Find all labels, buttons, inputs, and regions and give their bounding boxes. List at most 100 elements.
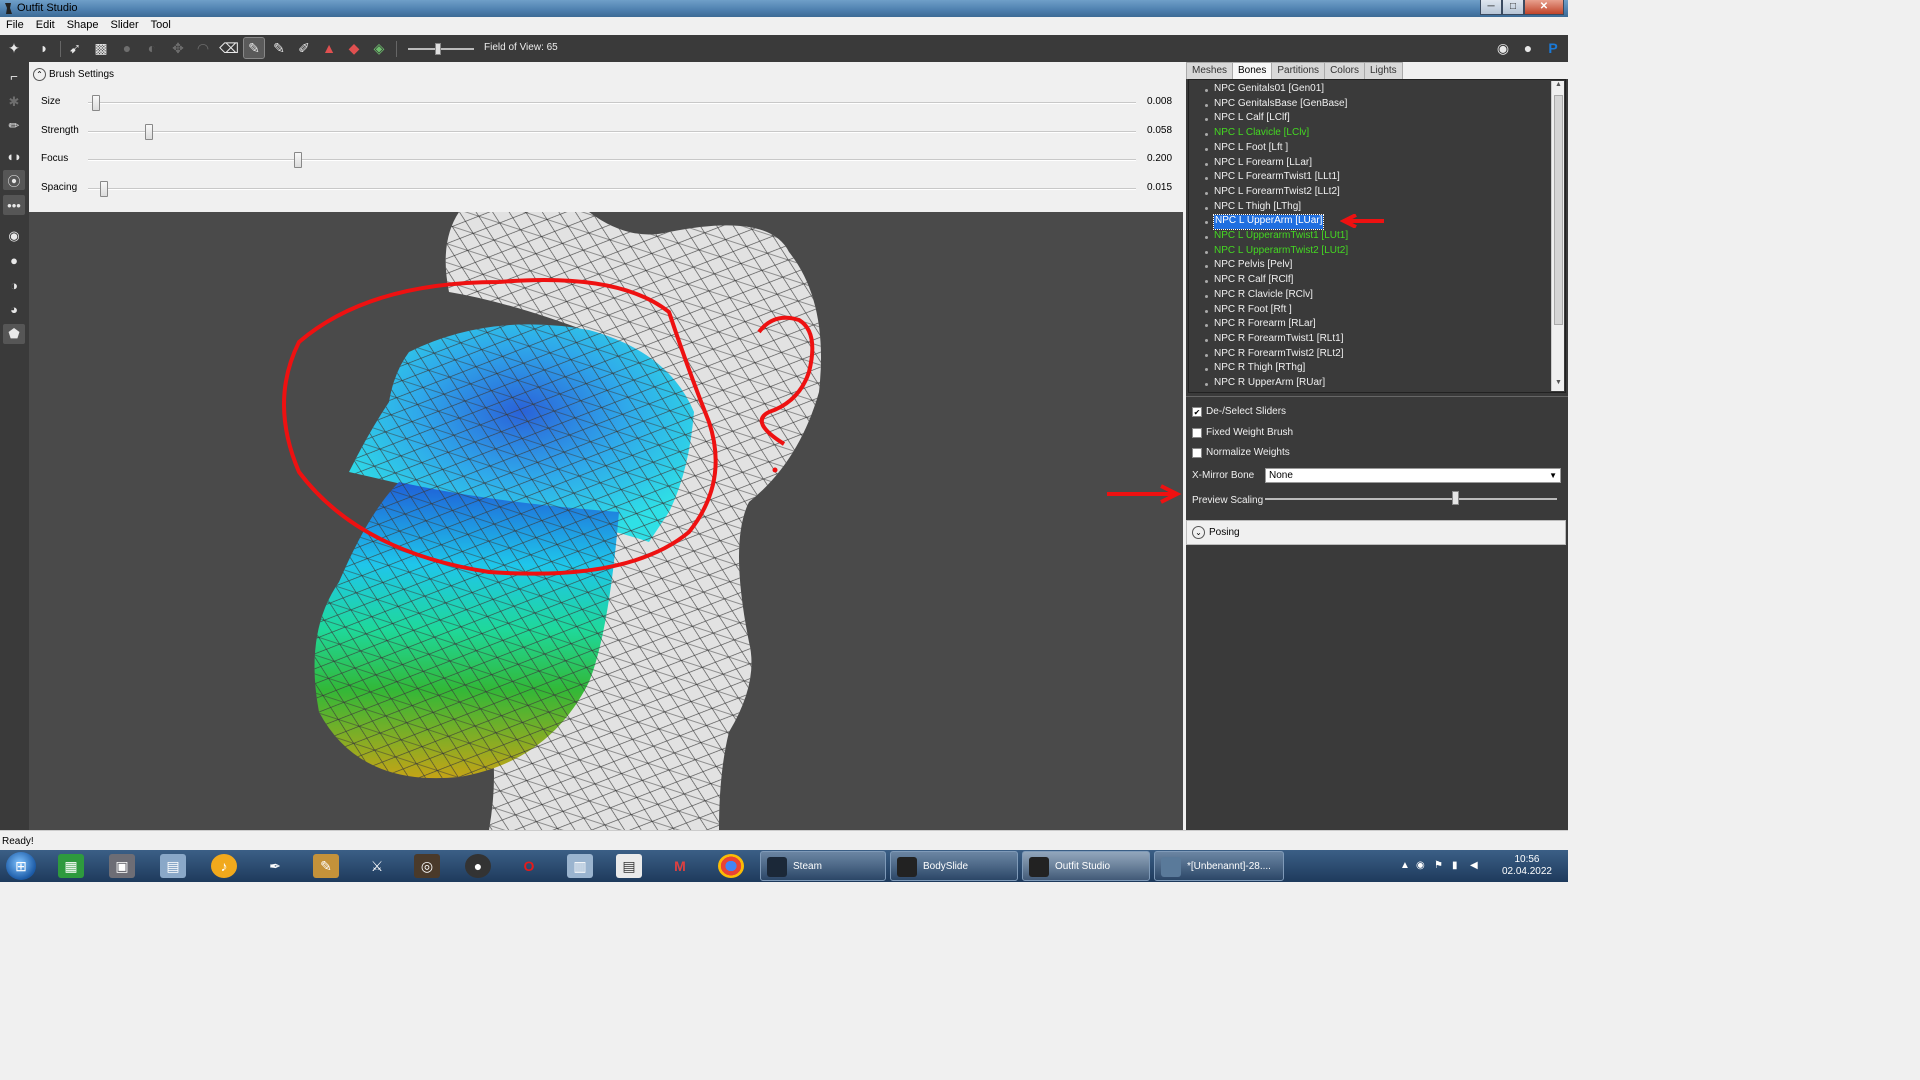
bone-item[interactable]: NPC L Clavicle [LClv] [1214, 127, 1309, 141]
bone-item[interactable]: NPC L Thigh [LThg] [1214, 201, 1301, 215]
scroll-down-arrow-icon[interactable]: ▼ [1552, 379, 1565, 391]
game-launcher-icon[interactable]: ◎ [414, 854, 440, 878]
move-brush-icon[interactable]: ✥ [168, 38, 188, 58]
transform-tool-icon[interactable]: ⌐ [3, 66, 25, 86]
deflate-brush-icon[interactable]: ◐ [142, 38, 162, 58]
bone-item[interactable]: NPC R ForearmTwist1 [RLt1] [1214, 333, 1343, 347]
symmetry-y-icon[interactable]: ⦿ [3, 170, 25, 190]
deselect-sliders-check-icon[interactable]: ✔ [1192, 406, 1202, 417]
obs-icon[interactable]: ● [465, 854, 491, 878]
menu-slider[interactable]: Slider [105, 17, 145, 35]
bone-item[interactable]: NPC R ForearmTwist2 [RLt2] [1214, 348, 1343, 362]
taskbar-task-steam[interactable]: Steam [760, 851, 886, 881]
window-switch-icon[interactable]: ▥ [567, 854, 593, 878]
posing-section-header[interactable]: ⌄ Posing [1186, 520, 1566, 545]
discord-icon[interactable]: ◉ [1493, 38, 1513, 58]
bone-item[interactable]: NPC Pelvis [Pelv] [1214, 259, 1292, 273]
bone-item[interactable]: NPC R Foot [Rft ] [1214, 304, 1292, 318]
select-brush-icon[interactable]: ➹ [65, 38, 85, 58]
taskbar-task-image-editor[interactable]: *[Unbenannt]-28.... [1154, 851, 1284, 881]
alpha-brush-icon[interactable]: ✐ [294, 38, 314, 58]
normalize-weights-checkbox[interactable]: Normalize Weights [1192, 447, 1290, 458]
weight-paint-brush-icon[interactable]: ✎ [243, 37, 265, 59]
brush-focus-slider[interactable] [88, 159, 1136, 161]
bone-item[interactable]: NPC R UpperArm [RUar] [1214, 377, 1325, 391]
github-icon[interactable]: ● [1518, 38, 1538, 58]
bone-list[interactable]: ▲ ▼ NPC Genitals01 [Gen01] NPC GenitalsBa… [1188, 79, 1566, 393]
bone-item[interactable]: NPC L Forearm [LLar] [1214, 157, 1312, 171]
bone-item[interactable]: NPC L Calf [LClf] [1214, 112, 1290, 126]
bone-item-selected[interactable]: NPC L UpperArm [LUar] [1212, 214, 1325, 231]
fixed-weight-brush-checkbox[interactable]: Fixed Weight Brush [1192, 427, 1293, 438]
bone-item[interactable]: NPC GenitalsBase [GenBase] [1214, 98, 1347, 112]
mask-view-icon[interactable]: ⬟ [3, 324, 25, 344]
music-player-icon[interactable]: ♪ [211, 854, 237, 878]
start-button-icon[interactable]: ⊞ [6, 852, 36, 880]
deselect-sliders-checkbox[interactable]: ✔ De-/Select Sliders [1192, 406, 1286, 417]
spreadsheet-app-icon[interactable]: ▦ [58, 854, 84, 878]
expand-icon[interactable]: ⌄ [1192, 526, 1205, 539]
clock[interactable]: 10:56 02.04.2022 [1502, 854, 1552, 878]
fixed-weight-brush-box[interactable] [1192, 427, 1202, 438]
brush-settings-header[interactable]: ⌃ Brush Settings [33, 68, 114, 81]
bone-item[interactable]: NPC Genitals01 [Gen01] [1214, 83, 1324, 97]
opera-browser-icon[interactable]: O [516, 854, 542, 878]
network-icon[interactable]: ▮ [1452, 860, 1458, 871]
normalize-weights-box[interactable] [1192, 447, 1202, 458]
preset-tool-icon[interactable]: ✦ [4, 38, 24, 58]
smooth-brush-icon[interactable]: ◠ [193, 38, 213, 58]
file-manager-icon[interactable]: ▣ [109, 854, 135, 878]
pivot-tool-icon[interactable]: ✱ [3, 92, 25, 112]
brush-strength-slider[interactable] [88, 131, 1136, 133]
menu-shape[interactable]: Shape [61, 17, 105, 35]
wireframe-icon[interactable]: ● [3, 250, 25, 270]
tab-partitions[interactable]: Partitions [1271, 62, 1326, 79]
dropdown-arrow-icon[interactable]: ▼ [1549, 469, 1557, 482]
bone-item[interactable]: NPC R Clavicle [RClv] [1214, 289, 1313, 303]
menu-edit[interactable]: Edit [30, 17, 61, 35]
show-hidden-icons-icon[interactable]: ▲ [1400, 860, 1410, 871]
volume-icon[interactable]: ◀ [1470, 860, 1478, 871]
undiff-brush-icon[interactable]: ⌫ [219, 38, 239, 58]
bone-item[interactable]: NPC L Foot [Lft ] [1214, 142, 1288, 156]
close-button[interactable]: ✕ [1524, 0, 1564, 15]
minimize-button[interactable]: ─ [1480, 0, 1502, 15]
menu-file[interactable]: File [0, 17, 30, 35]
taskbar-task-outfit-studio[interactable]: Outfit Studio [1022, 851, 1150, 881]
flag-icon[interactable]: ⚑ [1434, 860, 1443, 871]
paypal-icon[interactable]: P [1543, 38, 1563, 58]
bone-item[interactable]: NPC L UpperarmTwist2 [LUt2] [1214, 245, 1348, 259]
collapse-vertex-icon[interactable]: ▲ [319, 38, 339, 58]
scroll-up-arrow-icon[interactable]: ▲ [1552, 81, 1565, 93]
brush-size-slider-thumb[interactable] [92, 95, 101, 111]
color-brush-icon[interactable]: ✎ [269, 38, 289, 58]
brush-size-slider[interactable] [88, 102, 1136, 104]
maximize-button[interactable]: □ [1502, 0, 1524, 15]
field-of-view-slider-thumb[interactable] [435, 43, 441, 55]
tab-meshes[interactable]: Meshes [1186, 62, 1234, 79]
feather-app-icon[interactable]: ✒ [262, 854, 288, 878]
brush-spacing-slider[interactable] [88, 188, 1136, 190]
vertex-select-icon[interactable]: ✏ [3, 116, 25, 136]
bone-item[interactable]: NPC R Thigh [RThg] [1214, 362, 1305, 376]
split-edge-icon[interactable]: ◈ [369, 38, 389, 58]
editor-app-icon[interactable]: ✎ [313, 854, 339, 878]
steam-tray-icon[interactable]: ◉ [1416, 860, 1425, 871]
taskbar-task-bodyslide[interactable]: BodySlide [890, 851, 1018, 881]
menu-tool[interactable]: Tool [145, 17, 177, 35]
brush-focus-slider-thumb[interactable] [293, 152, 302, 168]
flip-edge-icon[interactable]: ◆ [344, 38, 364, 58]
symmetry-z-icon[interactable]: ••• [3, 195, 25, 215]
notepad-icon[interactable]: ▤ [616, 854, 642, 878]
x-mirror-bone-select[interactable]: None ▼ [1265, 468, 1561, 483]
tab-colors[interactable]: Colors [1324, 62, 1365, 79]
brush-spacing-slider-thumb[interactable] [99, 181, 108, 197]
collapse-icon[interactable]: ⌃ [33, 68, 46, 81]
field-of-view-slider[interactable] [408, 48, 474, 50]
bone-item[interactable]: NPC R Forearm [RLar] [1214, 318, 1316, 332]
preview-scaling-slider-thumb[interactable] [1451, 491, 1459, 505]
symmetry-x-icon[interactable]: ◖◗ [3, 146, 25, 166]
brush-strength-slider-thumb[interactable] [144, 124, 153, 140]
bone-item[interactable]: NPC R Calf [RClf] [1214, 274, 1293, 288]
3d-viewport[interactable] [29, 212, 1183, 830]
